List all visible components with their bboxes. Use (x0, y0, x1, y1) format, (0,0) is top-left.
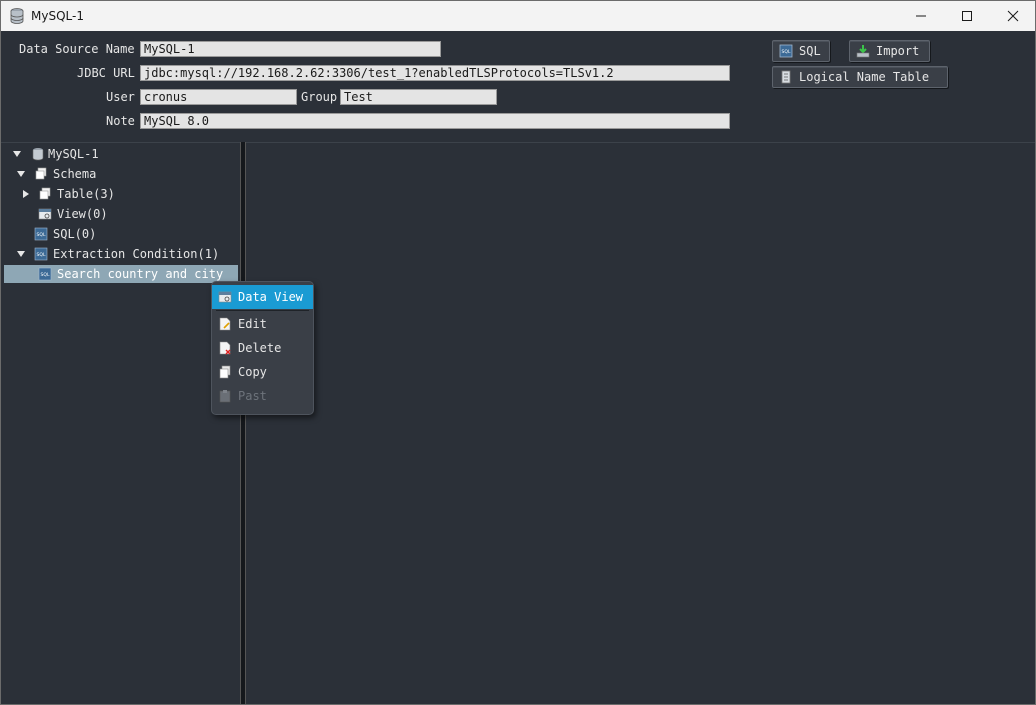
minimize-button[interactable] (898, 1, 944, 31)
view-icon (38, 208, 52, 220)
expanded-arrow-icon (17, 171, 25, 177)
menu-separator (216, 310, 309, 311)
svg-text:SQL: SQL (37, 252, 46, 258)
schema-icon (35, 167, 47, 180)
close-button[interactable] (990, 1, 1035, 31)
close-icon (1007, 10, 1019, 22)
database-icon (10, 8, 24, 24)
minimize-icon (916, 15, 926, 17)
tree-item-view[interactable]: View(0) (1, 205, 240, 223)
title-bar: MySQL-1 (1, 1, 1035, 31)
edit-icon (219, 317, 231, 331)
sql-icon: SQL (34, 247, 48, 261)
maximize-icon (962, 11, 972, 21)
user-field[interactable]: cronus (140, 89, 297, 105)
note-field[interactable]: MySQL 8.0 (140, 113, 730, 129)
sql-icon: SQL (38, 267, 52, 281)
import-button[interactable]: Import (849, 40, 930, 62)
tree-item-label: Table(3) (57, 187, 115, 201)
tree-item-label: View(0) (57, 207, 108, 221)
menu-item-label: Data View (238, 290, 304, 304)
svg-text:SQL: SQL (37, 232, 46, 238)
sql-button-label: SQL (799, 44, 821, 58)
jdbc-url-label: JDBC URL (77, 66, 135, 80)
data-source-name-field[interactable]: MySQL-1 (140, 41, 441, 57)
tree-item-label: Search country and city (57, 267, 224, 281)
paste-icon (219, 390, 231, 403)
logical-name-table-button-label: Logical Name Table (799, 70, 930, 84)
svg-text:SQL: SQL (782, 49, 791, 55)
context-menu: Data View Edit Delete Copy Past (211, 281, 314, 415)
tree-item-root[interactable]: MySQL-1 (1, 145, 240, 163)
window-title: MySQL-1 (31, 9, 84, 23)
menu-item-label: Copy (238, 365, 267, 379)
maximize-button[interactable] (944, 1, 990, 31)
collapsed-arrow-icon (23, 190, 29, 198)
tree-item-table[interactable]: Table(3) (1, 185, 240, 203)
menu-item-data-view[interactable]: Data View (212, 285, 313, 309)
table-icon (39, 187, 51, 200)
menu-item-edit[interactable]: Edit (212, 312, 313, 336)
expanded-arrow-icon (17, 251, 25, 257)
tree-item-label: SQL(0) (53, 227, 97, 241)
sql-icon: SQL (779, 44, 793, 58)
expanded-arrow-icon (13, 151, 21, 157)
menu-item-label: Past (238, 389, 267, 403)
data-view-icon (218, 291, 232, 303)
data-source-name-label: Data Source Name (19, 42, 135, 56)
tree-item-schema[interactable]: Schema (1, 165, 240, 183)
app-window: MySQL-1 Data Source Name MySQL-1 JDBC UR… (0, 0, 1036, 705)
tree-item-search-country-and-city[interactable]: SQL Search country and city (4, 265, 238, 283)
sql-button[interactable]: SQL SQL (772, 40, 830, 62)
sql-icon: SQL (34, 227, 48, 241)
svg-text:SQL: SQL (41, 272, 50, 278)
schema-tree[interactable]: MySQL-1 Schema Table(3) View(0) SQL SQL(… (1, 142, 240, 704)
tree-item-sql[interactable]: SQL SQL(0) (1, 225, 240, 243)
database-icon (32, 148, 44, 161)
import-icon (856, 45, 870, 58)
group-label: Group (301, 90, 338, 104)
user-label: User (106, 90, 135, 104)
tree-item-label: MySQL-1 (48, 147, 99, 161)
tree-item-label: Schema (53, 167, 97, 181)
document-icon (781, 70, 791, 84)
jdbc-url-field[interactable]: jdbc:mysql://192.168.2.62:3306/test_1?en… (140, 65, 730, 81)
delete-icon (219, 341, 231, 355)
content-panel (246, 142, 1035, 704)
tree-item-extraction-condition[interactable]: SQL Extraction Condition(1) (1, 245, 240, 263)
menu-item-label: Edit (238, 317, 267, 331)
tree-item-label: Extraction Condition(1) (53, 247, 220, 261)
menu-item-delete[interactable]: Delete (212, 336, 313, 360)
menu-item-copy[interactable]: Copy (212, 360, 313, 384)
menu-item-paste: Past (212, 384, 313, 408)
menu-item-label: Delete (238, 341, 282, 355)
group-field[interactable]: Test (340, 89, 497, 105)
logical-name-table-button[interactable]: Logical Name Table (772, 66, 948, 88)
copy-icon (219, 365, 231, 379)
note-label: Note (106, 114, 135, 128)
connection-form: Data Source Name MySQL-1 JDBC URL jdbc:m… (1, 31, 1035, 141)
import-button-label: Import (876, 44, 920, 58)
